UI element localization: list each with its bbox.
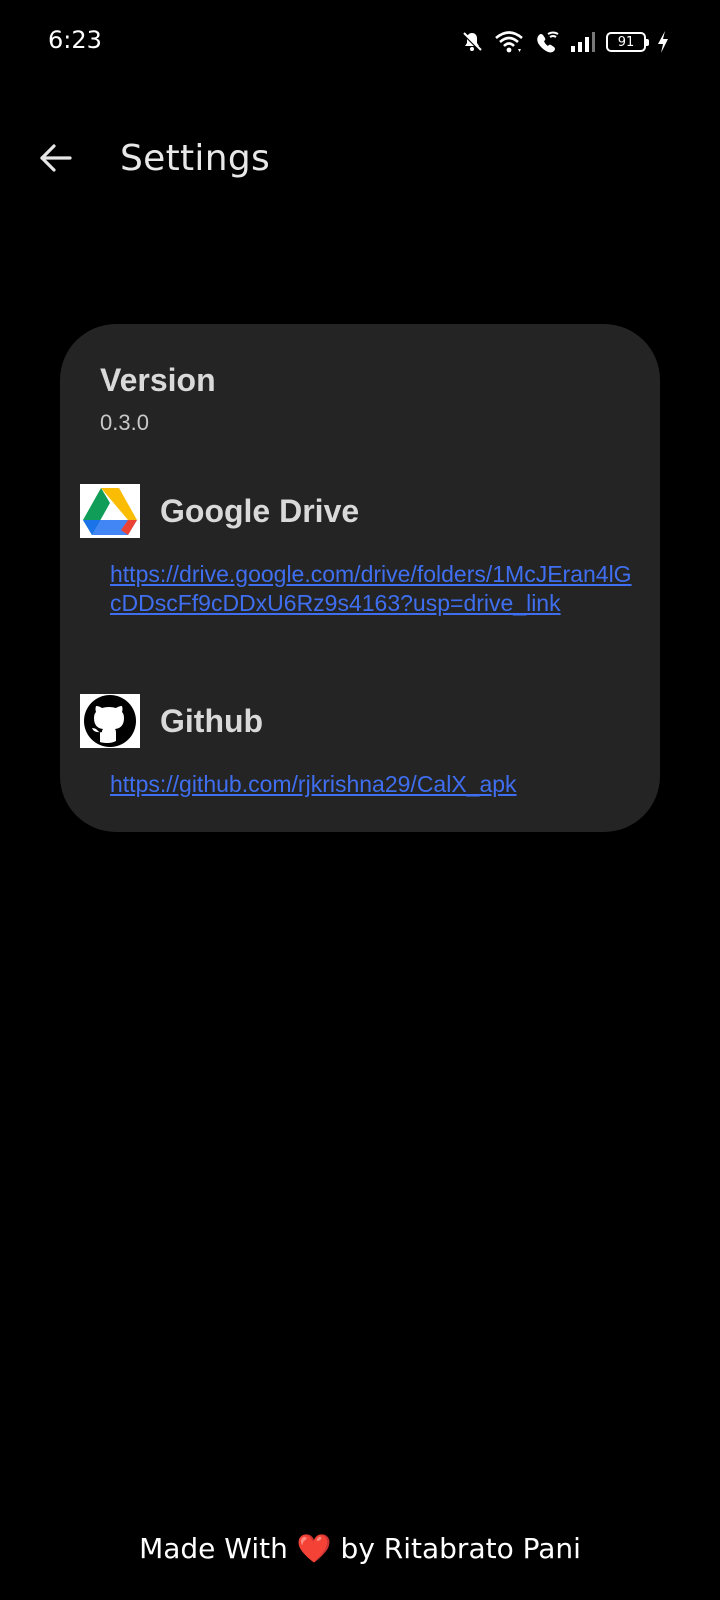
- charging-icon: [656, 30, 670, 54]
- google-drive-icon: [80, 484, 140, 538]
- signal-icon: [570, 31, 596, 53]
- status-time: 6:23: [48, 26, 102, 54]
- version-label: Version: [100, 362, 216, 398]
- google-drive-row: Google Drive: [80, 484, 359, 538]
- bell-off-icon: [460, 30, 484, 54]
- wifi-icon: [494, 30, 524, 54]
- battery-icon: 91: [606, 32, 649, 52]
- back-button[interactable]: [36, 138, 76, 178]
- github-link[interactable]: https://github.com/rjkrishna29/CalX_apk: [110, 770, 640, 799]
- github-title: Github: [160, 702, 264, 739]
- heart-icon: ❤️: [296, 1532, 332, 1565]
- footer-prefix: Made With: [139, 1532, 288, 1565]
- settings-card: Version 0.3.0 Google Drive https://drive…: [60, 324, 660, 832]
- status-icons: 91: [460, 28, 670, 56]
- status-bar: 6:23 91: [0, 0, 720, 84]
- github-icon: [80, 694, 140, 748]
- footer-suffix: by Ritabrato Pani: [340, 1532, 581, 1565]
- github-row: Github: [80, 694, 263, 748]
- version-value: 0.3.0: [100, 410, 149, 435]
- page-title: Settings: [120, 138, 271, 179]
- footer-credit: Made With ❤️ by Ritabrato Pani: [0, 1532, 720, 1565]
- google-drive-title: Google Drive: [160, 492, 360, 529]
- wifi-call-icon: [534, 30, 560, 54]
- google-drive-link[interactable]: https://drive.google.com/drive/folders/1…: [110, 560, 640, 618]
- arrow-back-icon: [40, 144, 72, 172]
- app-bar: Settings: [0, 120, 720, 204]
